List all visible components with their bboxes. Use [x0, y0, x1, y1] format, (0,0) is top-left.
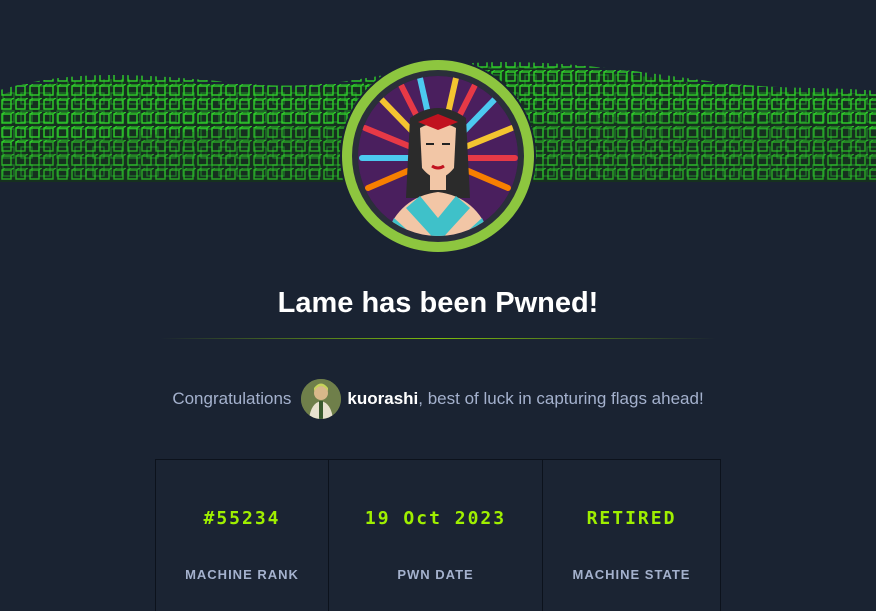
machine-rank-value: #55234: [203, 508, 281, 529]
username-link[interactable]: kuorashi: [347, 389, 418, 409]
congrats-line: Congratulations kuorashi , best of luck …: [0, 378, 876, 420]
user-avatar-icon: [301, 379, 342, 419]
machine-avatar: [340, 58, 536, 254]
machine-state-value: RETIRED: [586, 508, 677, 529]
pwn-date-value: 19 Oct 2023: [364, 508, 507, 529]
machine-state-label: MACHINE STATE: [572, 567, 691, 582]
stats-panel: #55234 MACHINE RANK 19 Oct 2023 PWN DATE…: [155, 459, 721, 611]
page-title: Lame has been Pwned!: [277, 287, 599, 319]
pwn-date-label: PWN DATE: [397, 567, 474, 582]
machine-avatar-icon: [342, 60, 534, 252]
congrats-suffix: , best of luck in capturing flags ahead!: [418, 389, 704, 408]
stat-machine-state: RETIRED MACHINE STATE: [543, 460, 720, 611]
machine-rank-label: MACHINE RANK: [185, 567, 299, 582]
user-avatar[interactable]: [301, 379, 342, 419]
stat-machine-rank: #55234 MACHINE RANK: [156, 460, 329, 611]
title-divider: [160, 338, 716, 339]
stat-pwn-date: 19 Oct 2023 PWN DATE: [329, 460, 543, 611]
congrats-prefix: Congratulations: [172, 389, 292, 408]
